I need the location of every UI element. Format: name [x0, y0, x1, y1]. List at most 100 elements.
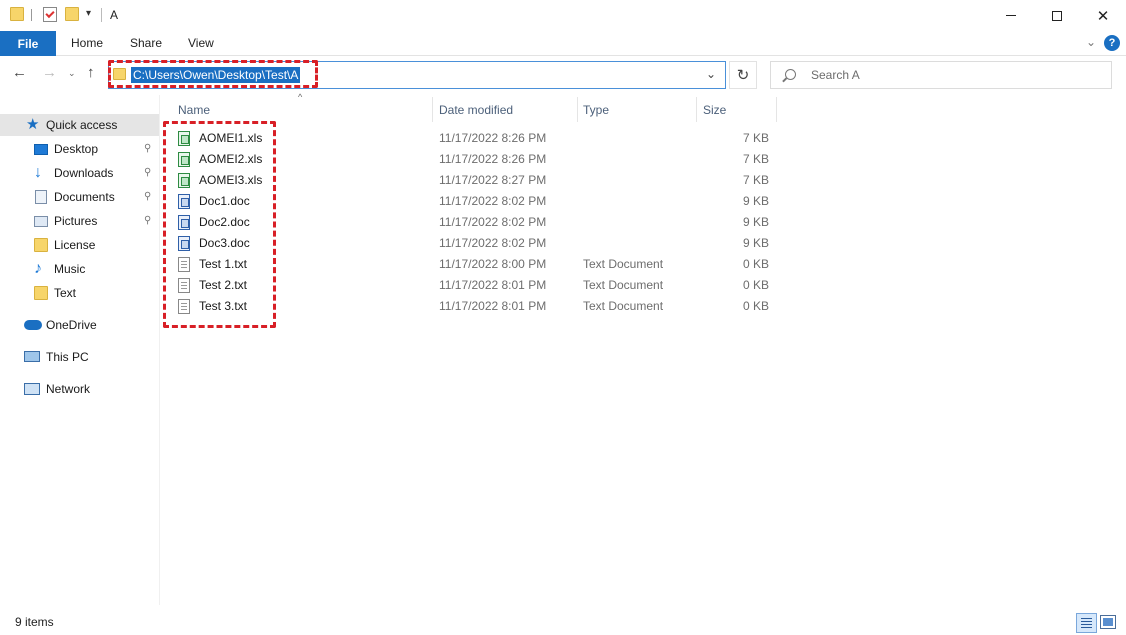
file-size: 0 KB [742, 257, 769, 271]
file-row[interactable]: Doc3.doc 11/17/2022 8:02 PM 9 KB [170, 233, 780, 254]
address-bar[interactable]: C:\Users\Owen\Desktop\Test\A ⌄ [108, 61, 726, 89]
large-icons-view-icon[interactable] [1100, 615, 1116, 629]
file-size: 0 KB [742, 278, 769, 292]
forward-button[interactable]: → [42, 64, 57, 81]
sidebar-item-this-pc[interactable]: This PC [0, 346, 159, 368]
sidebar-item-label: License [54, 238, 96, 252]
column-header-name[interactable]: Name [178, 103, 210, 117]
file-row[interactable]: AOMEI1.xls 11/17/2022 8:26 PM 7 KB [170, 128, 780, 149]
text-file-icon [178, 299, 190, 314]
column-header-size[interactable]: Size [703, 103, 726, 117]
computer-icon [24, 351, 40, 362]
file-row[interactable]: Doc2.doc 11/17/2022 8:02 PM 9 KB [170, 212, 780, 233]
new-folder-icon[interactable] [65, 7, 79, 21]
refresh-button[interactable]: ↻ [729, 61, 757, 89]
recent-locations-icon[interactable]: ⌄ [68, 68, 76, 79]
expand-ribbon-icon[interactable]: ⌄ [1086, 35, 1096, 49]
sort-ascending-icon: ^ [298, 92, 303, 102]
file-date: 11/17/2022 8:01 PM [439, 278, 547, 292]
sidebar-item-label: Desktop [54, 142, 99, 156]
file-name: Test 2.txt [199, 278, 248, 292]
maximize-button[interactable] [1034, 0, 1080, 31]
file-size: 9 KB [742, 236, 769, 250]
file-name: Test 3.txt [199, 299, 248, 313]
file-row[interactable]: Test 3.txt 11/17/2022 8:01 PM Text Docum… [170, 296, 780, 317]
pin-icon: ⚲ [144, 191, 152, 202]
sidebar-item-pictures[interactable]: Pictures ⚲ [0, 210, 159, 232]
search-input[interactable]: Search A [770, 61, 1112, 89]
file-date: 11/17/2022 8:26 PM [439, 152, 547, 166]
file-name: Doc1.doc [199, 194, 250, 208]
file-date: 11/17/2022 8:00 PM [439, 257, 547, 271]
sidebar-item-documents[interactable]: Documents ⚲ [0, 186, 159, 208]
music-icon: ♪ [34, 260, 42, 277]
file-row[interactable]: AOMEI2.xls 11/17/2022 8:26 PM 7 KB [170, 149, 780, 170]
help-icon[interactable]: ? [1104, 35, 1120, 51]
status-bar: 9 items [0, 611, 1126, 635]
sidebar-item-desktop[interactable]: Desktop ⚲ [0, 138, 159, 160]
file-date: 11/17/2022 8:02 PM [439, 236, 547, 250]
star-icon: ★ [26, 116, 40, 133]
sidebar-item-onedrive[interactable]: OneDrive [0, 314, 159, 336]
navigation-pane: ★ Quick access Desktop ⚲ ↓ Downloads ⚲ D… [0, 104, 159, 604]
text-file-icon [178, 278, 190, 293]
word-file-icon [178, 236, 190, 251]
minimize-button[interactable] [988, 0, 1034, 31]
file-size: 0 KB [742, 299, 769, 313]
excel-file-icon [178, 173, 190, 188]
sidebar-item-text[interactable]: Text [0, 282, 159, 304]
sidebar-item-quick-access[interactable]: ★ Quick access [0, 114, 159, 136]
ribbon: File Home Share View ⌄ ? [0, 31, 1126, 56]
file-row[interactable]: Doc1.doc 11/17/2022 8:02 PM 9 KB [170, 191, 780, 212]
close-button[interactable]: ✕ [1080, 0, 1126, 31]
tab-view[interactable]: View [188, 36, 214, 50]
column-header-type[interactable]: Type [583, 103, 609, 117]
file-name: AOMEI1.xls [199, 131, 263, 145]
sidebar-item-label: OneDrive [46, 318, 97, 332]
word-file-icon [178, 215, 190, 230]
sidebar-item-label: Text [54, 286, 77, 300]
column-separator[interactable] [696, 97, 697, 122]
search-icon [785, 69, 796, 80]
file-size: 7 KB [742, 173, 769, 187]
file-row[interactable]: Test 1.txt 11/17/2022 8:00 PM Text Docum… [170, 254, 780, 275]
file-row[interactable]: Test 2.txt 11/17/2022 8:01 PM Text Docum… [170, 275, 780, 296]
column-header-date-modified[interactable]: Date modified [439, 103, 513, 117]
sidebar-item-network[interactable]: Network [0, 378, 159, 400]
file-type: Text Document [583, 278, 664, 292]
tab-file[interactable]: File [0, 31, 56, 56]
title-separator [101, 8, 102, 22]
folder-icon [34, 238, 48, 252]
toolbar-separator [31, 9, 32, 21]
pin-icon: ⚲ [144, 215, 152, 226]
file-name: Doc2.doc [199, 215, 250, 229]
sidebar-item-license[interactable]: License [0, 234, 159, 256]
sidebar-item-music[interactable]: ♪ Music [0, 258, 159, 280]
up-button[interactable]: ↑ [87, 64, 95, 81]
file-name: AOMEI3.xls [199, 173, 263, 187]
pane-divider [159, 95, 160, 605]
sidebar-item-label: Quick access [46, 118, 118, 132]
tab-share[interactable]: Share [130, 36, 162, 50]
details-view-icon[interactable] [1076, 613, 1097, 633]
column-separator[interactable] [577, 97, 578, 122]
file-date: 11/17/2022 8:02 PM [439, 194, 547, 208]
sidebar-item-downloads[interactable]: ↓ Downloads ⚲ [0, 162, 159, 184]
file-name: Test 1.txt [199, 257, 248, 271]
file-name: Doc3.doc [199, 236, 250, 250]
file-row[interactable]: AOMEI3.xls 11/17/2022 8:27 PM 7 KB [170, 170, 780, 191]
address-path[interactable]: C:\Users\Owen\Desktop\Test\A [131, 67, 301, 83]
item-count: 9 items [15, 615, 54, 629]
back-button[interactable]: ← [12, 64, 27, 81]
address-dropdown-icon[interactable]: ⌄ [706, 67, 716, 81]
file-size: 9 KB [742, 215, 769, 229]
file-date: 11/17/2022 8:27 PM [439, 173, 547, 187]
properties-icon[interactable] [43, 7, 57, 22]
folder-icon[interactable] [10, 7, 24, 21]
column-separator[interactable] [776, 97, 777, 122]
tab-home[interactable]: Home [71, 36, 103, 50]
quick-access-dropdown-icon[interactable]: ▾ [86, 8, 91, 19]
sidebar-item-label: Network [46, 382, 91, 396]
file-type: Text Document [583, 257, 664, 271]
column-separator[interactable] [432, 97, 433, 122]
